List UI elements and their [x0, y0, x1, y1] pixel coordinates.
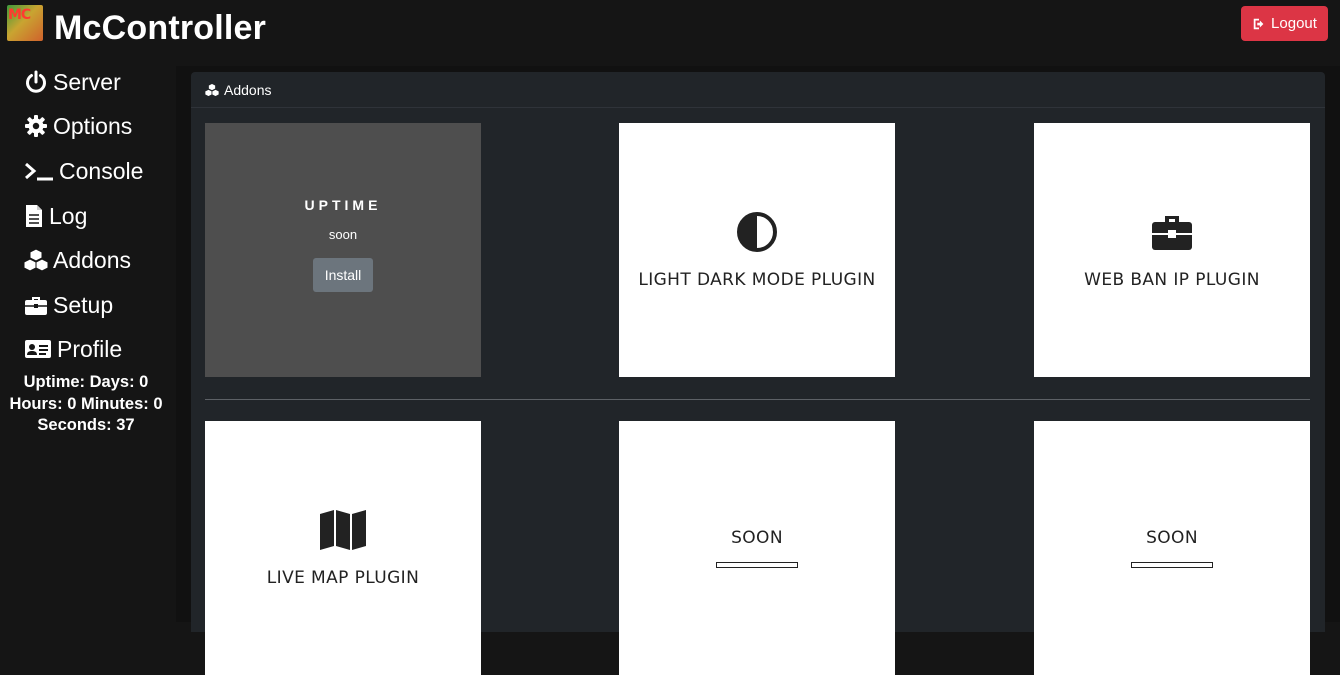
addon-tile-soon[interactable]: SOON: [1034, 421, 1310, 675]
sidebar-item-addons[interactable]: Addons: [24, 242, 131, 278]
addon-tile-uptime: UPTIME soon Install: [205, 123, 481, 377]
app-title: McController: [54, 9, 267, 47]
addon-tile-soon[interactable]: SOON: [619, 421, 895, 675]
install-button[interactable]: Install: [313, 257, 373, 292]
file-icon: [26, 205, 42, 227]
addon-title: LIVE MAP PLUGIN: [266, 568, 420, 588]
id-card-icon: [25, 340, 51, 358]
app-logo: MC: [7, 5, 43, 41]
sidebar-item-label: Log: [49, 202, 88, 229]
addon-tile-web-ban-ip[interactable]: WEB BAN IP PLUGIN: [1034, 123, 1310, 377]
logout-button[interactable]: Logout: [1241, 6, 1328, 41]
toolbox-icon: [25, 297, 47, 315]
placeholder-bar: [716, 562, 798, 568]
sidebar-item-log[interactable]: Log: [24, 198, 87, 234]
sign-out-icon: [1253, 18, 1264, 29]
sidebar-item-options[interactable]: Options: [24, 108, 132, 144]
cubes-icon: [24, 248, 48, 272]
sidebar-item-label: Console: [59, 157, 144, 184]
addon-tile-live-map[interactable]: LIVE MAP PLUGIN: [205, 421, 481, 675]
logo-glyph: MC: [8, 7, 31, 23]
sidebar-item-label: Profile: [57, 335, 123, 362]
half-circle-icon: [737, 212, 777, 252]
addon-title: SOON: [1146, 528, 1198, 548]
toolbox-icon: [1152, 216, 1192, 250]
sidebar: Server Options Console Log Addons Setup …: [0, 64, 176, 622]
sidebar-item-label: Addons: [53, 246, 132, 273]
section-divider: [205, 399, 1310, 400]
sidebar-item-console[interactable]: Console: [24, 153, 143, 189]
addon-subtitle: soon: [328, 226, 358, 242]
cubes-icon: [205, 82, 219, 97]
terminal-icon: [25, 162, 53, 181]
uptime-line: Seconds: 37: [37, 416, 135, 434]
logout-label: Logout: [1271, 15, 1317, 32]
uptime-line: Uptime: Days: 0: [23, 373, 149, 391]
card-title: Addons: [224, 81, 272, 98]
sidebar-item-label: Server: [53, 68, 121, 95]
sidebar-item-label: Options: [53, 112, 133, 139]
power-icon: [26, 70, 46, 93]
addon-tile-light-dark-mode[interactable]: LIGHT DARK MODE PLUGIN: [619, 123, 895, 377]
addon-title: UPTIME: [304, 196, 382, 213]
addon-title: SOON: [731, 528, 783, 548]
uptime-line: Hours: 0 Minutes: 0: [9, 394, 163, 413]
addon-title: LIGHT DARK MODE PLUGIN: [638, 270, 876, 290]
sidebar-item-profile[interactable]: Profile: [24, 331, 122, 367]
gear-icon: [25, 115, 47, 137]
card-header: Addons: [191, 72, 1325, 108]
top-bar: MC McController Logout: [0, 0, 1340, 64]
sidebar-item-label: Setup: [53, 291, 114, 318]
addon-title: WEB BAN IP PLUGIN: [1084, 270, 1260, 290]
uptime-readout: Uptime: Days: 0 Hours: 0 Minutes: 0 Seco…: [0, 372, 172, 437]
map-icon: [320, 510, 366, 550]
sidebar-item-setup[interactable]: Setup: [24, 287, 113, 323]
sidebar-item-server[interactable]: Server: [24, 64, 121, 100]
placeholder-bar: [1131, 562, 1213, 568]
